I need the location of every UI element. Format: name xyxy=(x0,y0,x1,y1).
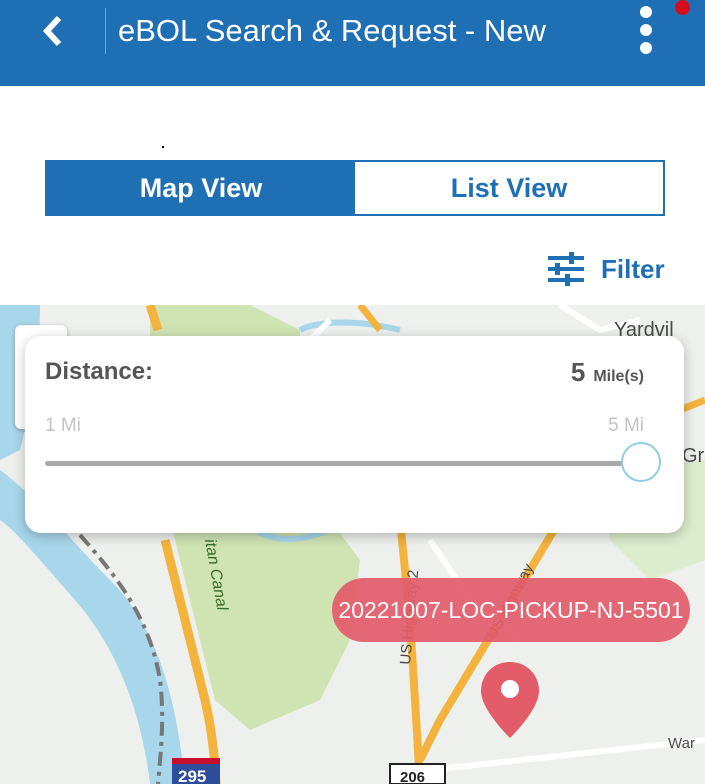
filter-button[interactable]: Filter xyxy=(547,252,665,286)
map-pin-icon[interactable] xyxy=(479,660,541,740)
distance-slider-track[interactable] xyxy=(45,461,640,466)
view-toggle: Map View List View xyxy=(45,160,665,216)
back-chevron-icon xyxy=(42,15,62,47)
shield-295-label: 295 xyxy=(178,767,206,784)
page-title: eBOL Search & Request - New xyxy=(118,13,546,48)
distance-unit: Mile(s) xyxy=(593,368,644,385)
distance-card: Distance: 5 Mile(s) 1 Mi 5 Mi xyxy=(25,336,684,533)
distance-label: Distance: xyxy=(45,358,154,385)
notification-dot xyxy=(675,0,690,15)
app-bar: eBOL Search & Request - New xyxy=(0,0,705,86)
slider-min-label: 1 Mi xyxy=(45,415,81,436)
filter-sliders-icon xyxy=(548,252,584,286)
shield-206-label: 206 xyxy=(400,769,425,784)
map-label-edge: Gr xyxy=(682,445,705,467)
app-bar-divider xyxy=(105,8,106,54)
slider-max-label: 5 Mi xyxy=(608,415,644,436)
marker-label[interactable]: 20221007-LOC-PICKUP-NJ-5501 xyxy=(332,578,690,642)
distance-number: 5 xyxy=(570,357,586,387)
distance-slider-thumb[interactable] xyxy=(621,442,661,482)
stray-dot xyxy=(162,146,164,148)
distance-value: 5 Mile(s) xyxy=(571,357,644,388)
more-menu-button[interactable] xyxy=(632,6,660,56)
back-button[interactable] xyxy=(38,14,68,48)
filter-label: Filter xyxy=(601,253,665,284)
tab-list-view[interactable]: List View xyxy=(355,162,663,214)
tab-map-view[interactable]: Map View xyxy=(47,162,355,214)
us-206-shield: 206 xyxy=(389,763,446,784)
interstate-295-shield: 295 xyxy=(172,758,220,784)
map-label-road: War xyxy=(668,735,695,752)
